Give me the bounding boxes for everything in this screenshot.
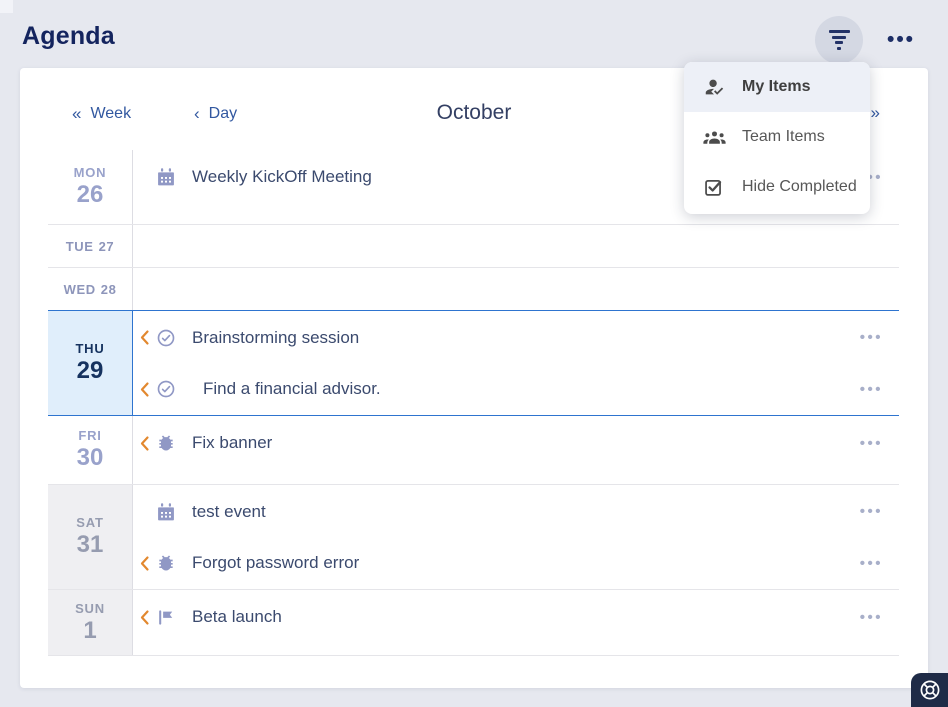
day-row-wed-28: WED 28 [48, 267, 899, 310]
event-more-options-button[interactable]: ••• [860, 381, 899, 398]
day-number: 27 [99, 239, 115, 254]
day-name: MON [74, 165, 107, 180]
event-row[interactable]: Forgot password error ••• [139, 538, 899, 590]
event-more-options-button[interactable]: ••• [860, 329, 899, 346]
event-row[interactable]: test event ••• [139, 486, 899, 538]
day-number: 28 [101, 282, 117, 297]
day-cell[interactable]: MON 26 [48, 150, 133, 224]
corner-decoration [0, 0, 13, 13]
day-row-fri-30: FRI 30 Fix banner ••• [48, 416, 899, 484]
event-title: Fix banner [192, 433, 272, 453]
day-cell-weekend[interactable]: SUN 1 [48, 590, 133, 655]
event-more-options-button[interactable]: ••• [860, 609, 899, 626]
menu-item-hide-completed[interactable]: Hide Completed [684, 162, 870, 212]
event-title: Find a financial advisor. [203, 379, 381, 399]
day-name: SUN [75, 601, 105, 616]
day-cell-weekend[interactable]: SAT 31 [48, 485, 133, 589]
menu-item-label: My Items [742, 78, 810, 96]
next-button[interactable]: » [871, 103, 880, 123]
help-widget-button[interactable] [911, 673, 948, 707]
day-number: 30 [77, 444, 104, 472]
event-row[interactable]: Beta launch ••• [139, 591, 899, 643]
double-chevron-right-icon: » [871, 103, 880, 122]
day-name: FRI [78, 428, 101, 443]
person-check-icon [703, 76, 727, 98]
life-ring-icon [918, 678, 942, 702]
day-name: TUE [66, 239, 94, 254]
event-title: Beta launch [192, 607, 282, 627]
menu-item-label: Team Items [742, 128, 825, 146]
calendar-event-icon [156, 502, 182, 522]
page-title: Agenda [22, 22, 115, 51]
filter-button[interactable] [815, 16, 863, 64]
event-more-options-button[interactable]: ••• [860, 503, 899, 520]
header-more-options-button[interactable]: ••• [880, 24, 922, 56]
day-number: 29 [77, 357, 104, 385]
agenda-day-list: MON 26 Weekly KickOff Meeting ••• TUE [48, 150, 899, 656]
day-name: SAT [76, 515, 103, 530]
day-cell[interactable]: FRI 30 [48, 416, 133, 484]
menu-item-my-items[interactable]: My Items [684, 62, 870, 112]
day-cell[interactable]: WED 28 [48, 268, 133, 310]
team-icon [703, 127, 727, 147]
event-title: test event [192, 502, 266, 522]
event-row[interactable]: Fix banner ••• [139, 417, 899, 469]
todo-check-icon [156, 328, 182, 348]
calendar-event-icon [156, 167, 182, 187]
event-title: Brainstorming session [192, 328, 359, 348]
day-row-thu-29-selected: THU 29 Brainstorming session ••• [48, 310, 899, 416]
filter-dropdown-menu: My Items Team Items Hide Completed [684, 62, 870, 214]
day-number: 31 [77, 531, 104, 559]
overdue-chevron-icon [139, 435, 156, 452]
day-cell-selected[interactable]: THU 29 [48, 311, 133, 415]
event-row[interactable]: Find a financial advisor. ••• [139, 364, 899, 416]
overdue-chevron-icon [139, 329, 156, 346]
day-name: THU [75, 341, 104, 356]
event-more-options-button[interactable]: ••• [860, 555, 899, 572]
day-row-tue-27: TUE 27 [48, 224, 899, 267]
bug-icon [156, 433, 182, 453]
day-name: WED [64, 282, 96, 297]
day-number: 26 [77, 181, 104, 209]
event-title: Weekly KickOff Meeting [192, 167, 372, 187]
overdue-chevron-icon [139, 381, 156, 398]
todo-check-icon [156, 379, 182, 399]
event-more-options-button[interactable]: ••• [860, 435, 899, 452]
overdue-chevron-icon [139, 555, 156, 572]
checkbox-checked-icon [703, 176, 727, 198]
menu-item-label: Hide Completed [742, 178, 857, 196]
day-number: 1 [83, 617, 96, 645]
menu-item-team-items[interactable]: Team Items [684, 112, 870, 162]
event-row[interactable]: Brainstorming session ••• [139, 312, 899, 364]
milestone-flag-icon [156, 608, 182, 627]
day-row-sun-1: SUN 1 Beta launch ••• [48, 589, 899, 656]
event-title: Forgot password error [192, 553, 359, 573]
bug-icon [156, 553, 182, 573]
overdue-chevron-icon [139, 609, 156, 626]
day-cell[interactable]: TUE 27 [48, 225, 133, 267]
day-row-sat-31: SAT 31 test event ••• [48, 484, 899, 589]
